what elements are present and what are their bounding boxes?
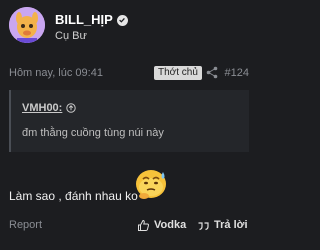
up-arrow-icon[interactable] [66,103,77,113]
quote-author[interactable]: VMH00: [22,102,77,114]
verified-check-icon [116,14,128,26]
post-number[interactable]: #124 [225,67,249,79]
post-meta: Hôm nay, lúc 09:41 Thớt chủ #124 [9,66,249,80]
username[interactable]: BILL_HỊP [55,13,128,27]
reply-button-label: Trả lời [214,219,248,231]
thumbs-up-icon [137,219,150,232]
post-body: Làm sao , đánh nhau ko [9,189,138,203]
post-timestamp[interactable]: Hôm nay, lúc 09:41 [9,67,103,79]
username-text[interactable]: BILL_HỊP [55,13,113,27]
quote-author-name[interactable]: VMH00: [22,102,62,114]
avatar[interactable] [9,7,45,43]
reply-button[interactable]: Trả lời [197,214,248,236]
like-button[interactable]: Vodka [137,214,186,236]
quote-reply-icon [197,219,210,232]
forum-post: BILL_HỊP Cụ Bư Hôm nay, lúc 09:41 Thớt c… [0,0,259,250]
user-title: Cụ Bư [55,30,87,42]
op-badge: Thớt chủ [154,66,202,80]
quote-text: đm thằng cuồng tùng núi này [22,127,164,139]
quote-block: VMH00: đm thằng cuồng tùng núi này [9,90,249,152]
like-button-label: Vodka [154,219,187,231]
share-icon[interactable] [206,66,218,79]
report-link[interactable]: Report [9,219,42,231]
avatar-image [9,7,45,43]
